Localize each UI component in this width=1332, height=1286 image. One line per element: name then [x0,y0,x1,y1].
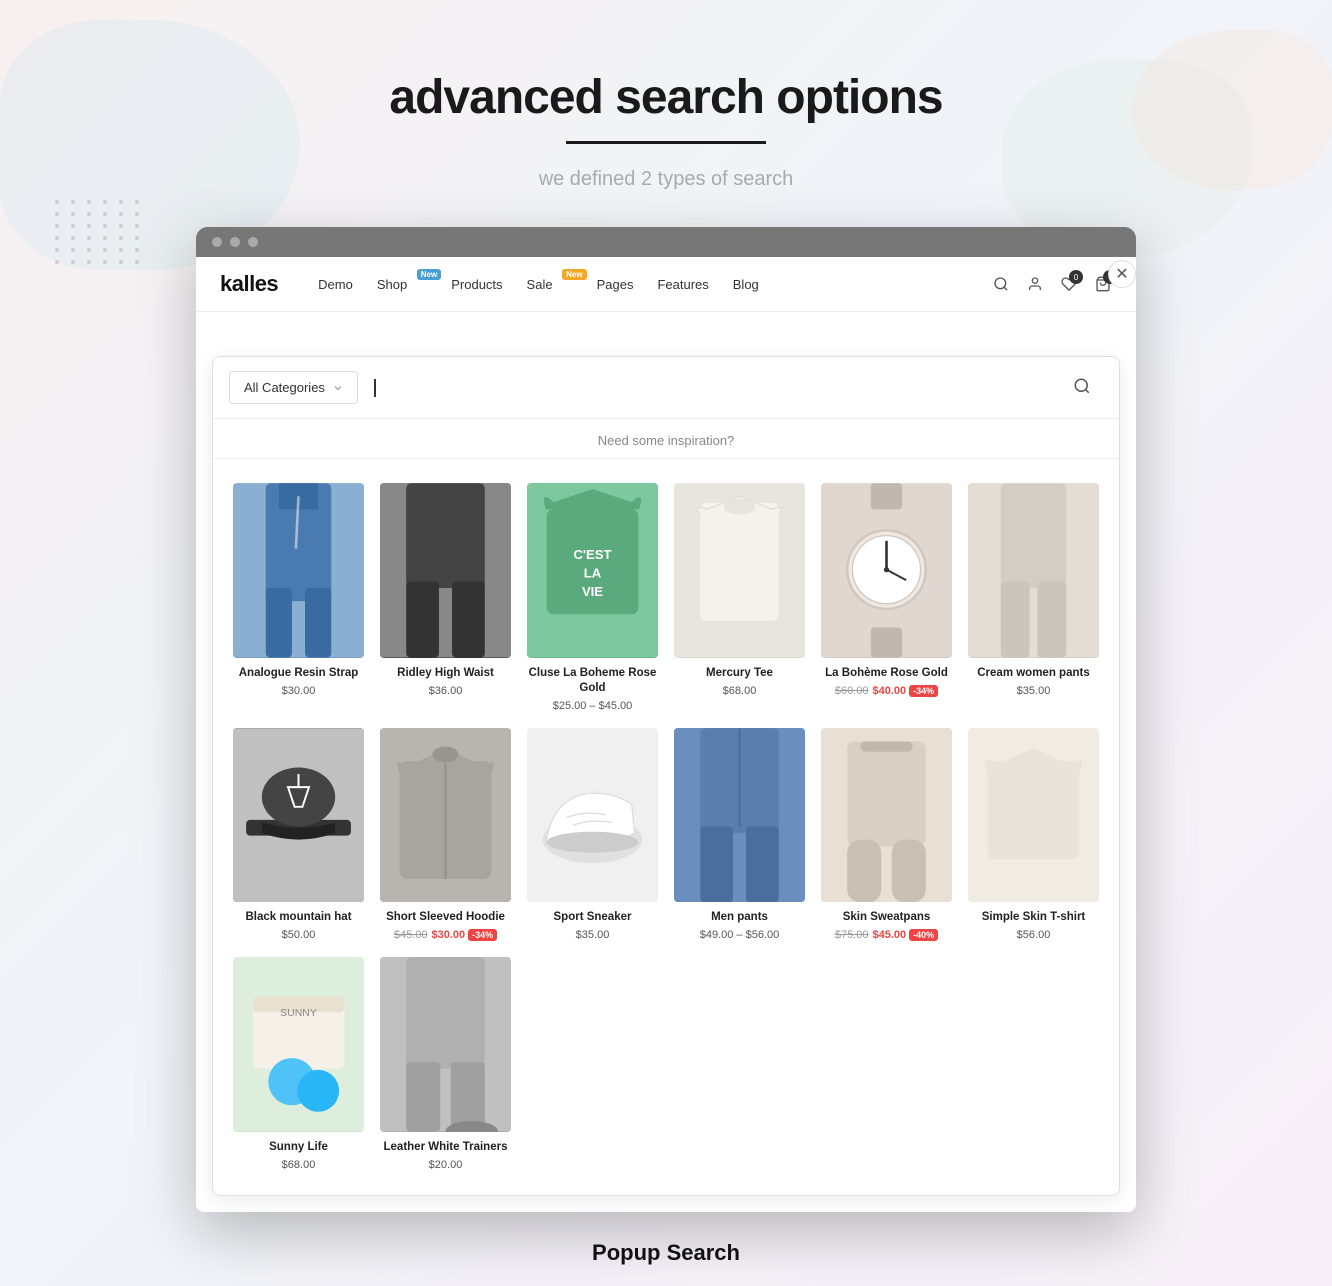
page-title: advanced search options [389,70,942,125]
product-name: Skin Sweatpans [821,910,952,925]
product-price: $45.00$30.00-34% [380,929,511,941]
browser-dot-red [212,237,222,247]
search-nav-icon[interactable] [992,275,1010,293]
product-name: Mercury Tee [674,666,805,681]
product-name: Cream women pants [968,666,1099,681]
nav-badge-new: New [417,269,441,280]
user-nav-icon[interactable] [1026,275,1044,293]
browser-content: kalles Demo Shop New Products Sale New P… [196,257,1136,1212]
product-name: Black mountain hat [233,910,364,925]
product-image [233,728,364,903]
product-name: Men pants [674,910,805,925]
product-price: $35.00 [968,685,1099,697]
product-name: Analogue Resin Strap [233,666,364,681]
product-image [233,483,364,658]
svg-text:C'EST: C'EST [573,547,611,562]
modal-close-button[interactable]: ✕ [1108,260,1136,288]
navbar: kalles Demo Shop New Products Sale New P… [196,257,1136,312]
browser-bar [196,227,1136,257]
product-price: $60.00$40.00-34% [821,685,952,697]
wishlist-badge: 0 [1069,270,1083,284]
product-price: $25.00 – $45.00 [527,700,658,712]
product-card[interactable]: C'EST LA VIE Cluse La Boheme Rose Gold $… [519,475,666,720]
nav-link-features[interactable]: Features [657,277,708,292]
product-price: $68.00 [233,1159,364,1171]
product-card[interactable]: Sport Sneaker $35.00 [519,720,666,950]
nav-link-sale[interactable]: Sale New [527,277,573,292]
product-card[interactable]: Skin Sweatpans $75.00$45.00-40% [813,720,960,950]
product-card[interactable]: Black mountain hat $50.00 [225,720,372,950]
svg-text:SUNNY: SUNNY [280,1008,317,1019]
search-modal: All Categories [212,356,1120,1196]
product-name: Leather White Trainers [380,1140,511,1155]
nav-logo: kalles [220,271,278,297]
product-price: $49.00 – $56.00 [674,929,805,941]
category-select-label: All Categories [244,380,325,395]
popup-search-label: Popup Search [592,1240,740,1286]
product-price: $68.00 [674,685,805,697]
product-price: $30.00 [233,685,364,697]
nav-links: Demo Shop New Products Sale New Pages Fe… [318,277,992,292]
product-price: $35.00 [527,929,658,941]
title-underline [566,141,766,144]
product-card[interactable]: Mercury Tee $68.00 [666,475,813,720]
category-select[interactable]: All Categories [229,371,358,404]
product-image [968,483,1099,658]
product-image [380,728,511,903]
search-input-wrapper[interactable] [374,379,1103,397]
product-name: Sunny Life [233,1140,364,1155]
search-submit-button[interactable] [1073,377,1095,399]
product-image [527,728,658,903]
product-image [968,728,1099,903]
product-card[interactable]: Men pants $49.00 – $56.00 [666,720,813,950]
nav-icons: 0 7 [992,275,1112,293]
product-name: Sport Sneaker [527,910,658,925]
browser-dot-yellow [230,237,240,247]
product-card[interactable]: Simple Skin T-shirt $56.00 [960,720,1107,950]
product-image [674,483,805,658]
product-image [380,957,511,1132]
nav-link-demo[interactable]: Demo [318,277,353,292]
search-bar-row: All Categories [213,357,1119,419]
inspiration-label: Need some inspiration? [213,419,1119,459]
product-name: Cluse La Boheme Rose Gold [527,666,658,696]
product-name: La Bohème Rose Gold [821,666,952,681]
product-card[interactable]: Short Sleeved Hoodie $45.00$30.00-34% [372,720,519,950]
product-image: C'EST LA VIE [527,483,658,658]
product-name: Simple Skin T-shirt [968,910,1099,925]
page-subtitle: we defined 2 types of search [539,168,794,191]
product-price: $75.00$45.00-40% [821,929,952,941]
product-card[interactable]: Analogue Resin Strap $30.00 [225,475,372,720]
product-card[interactable]: Cream women pants $35.00 [960,475,1107,720]
product-image [821,483,952,658]
search-cursor [374,379,376,397]
product-card[interactable]: SUNNY Sunny Life $68.00 [225,949,372,1179]
product-image [380,483,511,658]
nav-badge-sale-new: New [562,269,586,280]
nav-link-shop[interactable]: Shop New [377,277,427,292]
products-grid: Analogue Resin Strap $30.00 Ridley High … [213,459,1119,1195]
nav-link-blog[interactable]: Blog [733,277,759,292]
nav-link-products[interactable]: Products [451,277,502,292]
product-card[interactable]: Leather White Trainers $20.00 [372,949,519,1179]
product-price: $56.00 [968,929,1099,941]
product-image [674,728,805,903]
product-card[interactable]: Ridley High Waist $36.00 [372,475,519,720]
product-image: SUNNY [233,957,364,1132]
product-image [821,728,952,903]
search-modal-container: ✕ All Categories [196,312,1136,1196]
product-card[interactable]: La Bohème Rose Gold $60.00$40.00-34% [813,475,960,720]
product-name: Ridley High Waist [380,666,511,681]
product-name: Short Sleeved Hoodie [380,910,511,925]
svg-text:LA: LA [584,566,602,581]
svg-text:VIE: VIE [582,584,603,599]
product-price: $36.00 [380,685,511,697]
browser-window: kalles Demo Shop New Products Sale New P… [196,227,1136,1212]
nav-link-pages[interactable]: Pages [597,277,634,292]
product-price: $50.00 [233,929,364,941]
wishlist-nav-icon[interactable]: 0 [1060,275,1078,293]
product-price: $20.00 [380,1159,511,1171]
browser-dot-green [248,237,258,247]
